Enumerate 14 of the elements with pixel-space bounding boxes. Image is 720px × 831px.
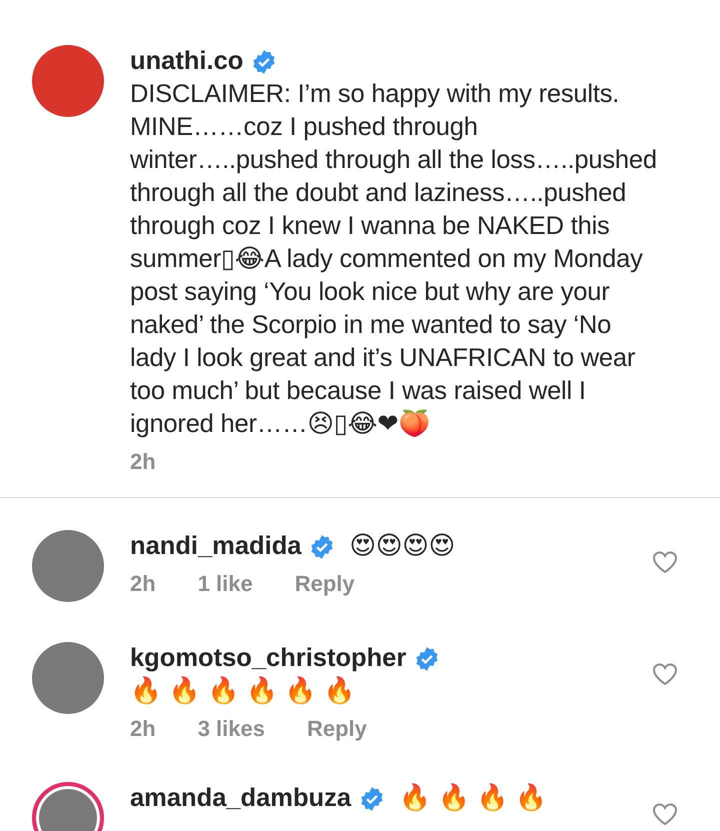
comment-text: 🔥 🔥 🔥 🔥 🔥 🔥 xyxy=(130,675,356,707)
comment-text: 😍😍😍😍 xyxy=(349,531,455,562)
timestamp: 2h xyxy=(130,716,156,742)
username[interactable]: amanda_dambuza xyxy=(130,782,352,815)
comment-text: 🔥 🔥 🔥 🔥 xyxy=(399,782,547,814)
timestamp: 2h xyxy=(130,449,156,475)
like-heart-icon[interactable] xyxy=(652,550,678,574)
timestamp: 2h xyxy=(130,571,156,597)
username[interactable]: nandi_madida xyxy=(130,530,302,563)
username[interactable]: unathi.co xyxy=(130,45,244,78)
like-heart-icon[interactable] xyxy=(652,802,678,826)
username[interactable]: kgomotso_christopher xyxy=(130,642,406,675)
comment-text: DISCLAIMER: I’m so happy with my results. MINE……coz I pushed through winter…..pushed through all the loss…..pushed through all the doubt and laziness…..pushed through coz I knew I wanna be NAKED this summer▯😂A lady commented on my Monday post saying ‘You look nice but why are your naked’ the Scorpio in me wanted to say ‘No lady I look great and it’s UNAFRICAN to wear too much’ but because I was raised well I ignored her……😣▯😂❤🍑 xyxy=(130,79,658,440)
like-heart-icon[interactable] xyxy=(652,662,678,686)
